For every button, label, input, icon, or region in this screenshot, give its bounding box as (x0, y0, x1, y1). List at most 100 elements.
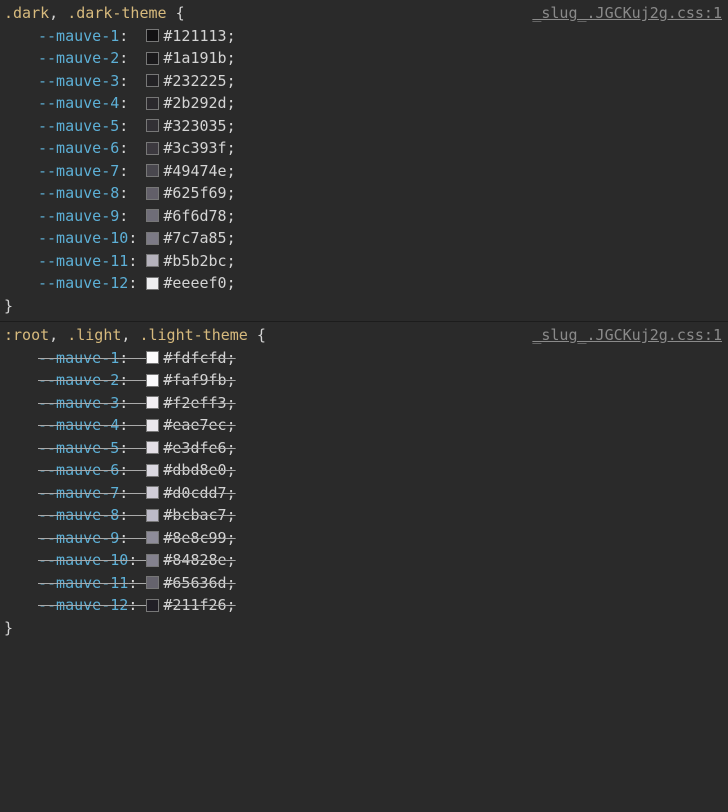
color-swatch[interactable] (146, 374, 159, 387)
color-swatch[interactable] (146, 441, 159, 454)
color-swatch[interactable] (146, 351, 159, 364)
property-value[interactable]: #dbd8e0 (163, 459, 226, 482)
property-value[interactable]: #e3dfe6 (163, 437, 226, 460)
color-swatch[interactable] (146, 509, 159, 522)
color-swatch[interactable] (146, 277, 159, 290)
color-swatch[interactable] (146, 554, 159, 567)
property-name[interactable]: --mauve-11 (38, 572, 128, 595)
declaration[interactable]: --mauve-5: #e3dfe6; (38, 437, 728, 460)
property-value[interactable]: #2b292d (163, 92, 226, 115)
source-link[interactable]: _slug_.JGCKuj2g.css:1 (532, 324, 722, 347)
property-name[interactable]: --mauve-9 (38, 205, 119, 228)
property-name[interactable]: --mauve-10 (38, 549, 128, 572)
declaration[interactable]: --mauve-11: #b5b2bc; (38, 250, 728, 273)
property-name[interactable]: --mauve-5 (38, 115, 119, 138)
property-name[interactable]: --mauve-2 (38, 369, 119, 392)
property-value[interactable]: #b5b2bc (163, 250, 226, 273)
declaration[interactable]: --mauve-3: #f2eff3; (38, 392, 728, 415)
declaration[interactable]: --mauve-4: #2b292d; (38, 92, 728, 115)
property-name[interactable]: --mauve-12 (38, 272, 128, 295)
property-name[interactable]: --mauve-9 (38, 527, 119, 550)
property-value[interactable]: #323035 (163, 115, 226, 138)
declaration[interactable]: --mauve-5: #323035; (38, 115, 728, 138)
declaration[interactable]: --mauve-8: #625f69; (38, 182, 728, 205)
declaration[interactable]: --mauve-6: #dbd8e0; (38, 459, 728, 482)
property-name[interactable]: --mauve-12 (38, 594, 128, 617)
property-name[interactable]: --mauve-1 (38, 347, 119, 370)
color-swatch[interactable] (146, 52, 159, 65)
property-value[interactable]: #f2eff3 (163, 392, 226, 415)
property-name[interactable]: --mauve-3 (38, 70, 119, 93)
declaration[interactable]: --mauve-1: #fdfcfd; (38, 347, 728, 370)
property-value[interactable]: #625f69 (163, 182, 226, 205)
color-swatch[interactable] (146, 74, 159, 87)
property-name[interactable]: --mauve-8 (38, 504, 119, 527)
property-value[interactable]: #fdfcfd (163, 347, 226, 370)
property-value[interactable]: #6f6d78 (163, 205, 226, 228)
color-swatch[interactable] (146, 97, 159, 110)
color-swatch[interactable] (146, 531, 159, 544)
declaration[interactable]: --mauve-4: #eae7ec; (38, 414, 728, 437)
property-name[interactable]: --mauve-2 (38, 47, 119, 70)
declaration[interactable]: --mauve-10: #7c7a85; (38, 227, 728, 250)
source-link[interactable]: _slug_.JGCKuj2g.css:1 (532, 2, 722, 25)
color-swatch[interactable] (146, 396, 159, 409)
declaration[interactable]: --mauve-10: #84828e; (38, 549, 728, 572)
declaration[interactable]: --mauve-3: #232225; (38, 70, 728, 93)
declaration[interactable]: --mauve-8: #bcbac7; (38, 504, 728, 527)
property-value[interactable]: #7c7a85 (163, 227, 226, 250)
property-value[interactable]: #49474e (163, 160, 226, 183)
property-name[interactable]: --mauve-3 (38, 392, 119, 415)
property-name[interactable]: --mauve-10 (38, 227, 128, 250)
property-name[interactable]: --mauve-6 (38, 137, 119, 160)
color-swatch[interactable] (146, 142, 159, 155)
declaration[interactable]: --mauve-11: #65636d; (38, 572, 728, 595)
color-swatch[interactable] (146, 599, 159, 612)
declaration[interactable]: --mauve-9: #6f6d78; (38, 205, 728, 228)
property-value[interactable]: #d0cdd7 (163, 482, 226, 505)
property-name[interactable]: --mauve-11 (38, 250, 128, 273)
color-swatch[interactable] (146, 464, 159, 477)
property-name[interactable]: --mauve-7 (38, 160, 119, 183)
color-swatch[interactable] (146, 209, 159, 222)
property-value[interactable]: #1a191b (163, 47, 226, 70)
declaration[interactable]: --mauve-1: #121113; (38, 25, 728, 48)
declaration[interactable]: --mauve-9: #8e8c99; (38, 527, 728, 550)
property-value[interactable]: #65636d (163, 572, 226, 595)
property-value[interactable]: #84828e (163, 549, 226, 572)
color-swatch[interactable] (146, 187, 159, 200)
color-swatch[interactable] (146, 232, 159, 245)
declaration[interactable]: --mauve-2: #faf9fb; (38, 369, 728, 392)
color-swatch[interactable] (146, 576, 159, 589)
property-name[interactable]: --mauve-8 (38, 182, 119, 205)
property-name[interactable]: --mauve-6 (38, 459, 119, 482)
declaration[interactable]: --mauve-7: #49474e; (38, 160, 728, 183)
property-value[interactable]: #211f26 (163, 594, 226, 617)
property-name[interactable]: --mauve-7 (38, 482, 119, 505)
property-value[interactable]: #eeeef0 (163, 272, 226, 295)
property-value[interactable]: #eae7ec (163, 414, 226, 437)
color-swatch[interactable] (146, 119, 159, 132)
declaration[interactable]: --mauve-12: #eeeef0; (38, 272, 728, 295)
property-value[interactable]: #bcbac7 (163, 504, 226, 527)
property-value[interactable]: #8e8c99 (163, 527, 226, 550)
property-value[interactable]: #faf9fb (163, 369, 226, 392)
property-name[interactable]: --mauve-5 (38, 437, 119, 460)
declaration[interactable]: --mauve-6: #3c393f; (38, 137, 728, 160)
color-swatch[interactable] (146, 419, 159, 432)
declaration[interactable]: --mauve-7: #d0cdd7; (38, 482, 728, 505)
declaration[interactable]: --mauve-12: #211f26; (38, 594, 728, 617)
property-value[interactable]: #121113 (163, 25, 226, 48)
selector[interactable]: :root, .light, .light-theme { (4, 324, 266, 347)
property-name[interactable]: --mauve-4 (38, 414, 119, 437)
declaration[interactable]: --mauve-2: #1a191b; (38, 47, 728, 70)
property-name[interactable]: --mauve-4 (38, 92, 119, 115)
color-swatch[interactable] (146, 486, 159, 499)
color-swatch[interactable] (146, 29, 159, 42)
property-value[interactable]: #232225 (163, 70, 226, 93)
selector[interactable]: .dark, .dark-theme { (4, 2, 185, 25)
property-value[interactable]: #3c393f (163, 137, 226, 160)
color-swatch[interactable] (146, 254, 159, 267)
color-swatch[interactable] (146, 164, 159, 177)
property-name[interactable]: --mauve-1 (38, 25, 119, 48)
